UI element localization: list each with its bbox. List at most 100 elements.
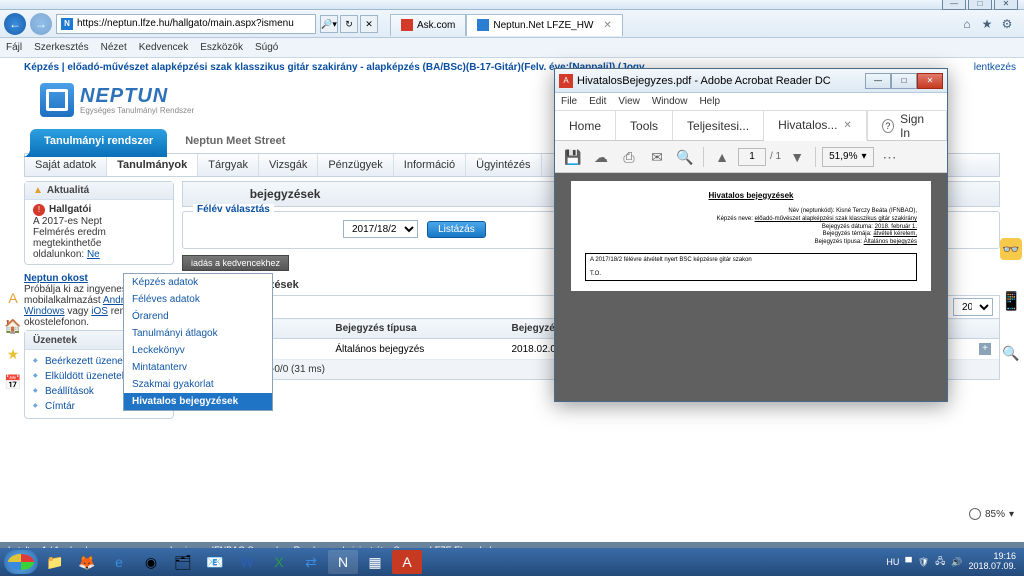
pdf-tab-teljesitesi[interactable]: Teljesitesi...	[673, 111, 764, 140]
email-icon[interactable]: ✉	[645, 145, 669, 169]
tray-network-icon[interactable]: 🖧	[935, 554, 945, 570]
gutter-a-icon[interactable]: A	[3, 290, 23, 310]
home-icon[interactable]: ⌂	[960, 17, 974, 31]
search-icon[interactable]: 🔍	[673, 145, 697, 169]
gutter-house-icon[interactable]: 🏠	[3, 318, 23, 338]
dd-tanulmanyi-atlagok[interactable]: Tanulmányi átlagok	[124, 325, 272, 342]
pdf-menu-edit[interactable]: Edit	[589, 96, 606, 107]
forward-button[interactable]: →	[30, 13, 52, 35]
menu-ugyintezes[interactable]: Ügyintézés	[466, 154, 541, 176]
menu-vizsgak[interactable]: Vizsgák	[259, 154, 318, 176]
page-down-icon[interactable]: ▼	[785, 145, 809, 169]
row-expand-icon[interactable]: +	[979, 343, 991, 355]
menu-view[interactable]: Nézet	[101, 42, 127, 53]
pdf-menu-window[interactable]: Window	[652, 96, 688, 107]
pdf-close-button[interactable]: ✕	[917, 73, 943, 89]
dd-mintatanterv[interactable]: Mintatanterv	[124, 359, 272, 376]
tb-folder-icon[interactable]: 🗂	[168, 550, 198, 574]
search-dropdown-button[interactable]: 🔎▾	[320, 15, 338, 33]
tray-flag-icon[interactable]: ▀	[905, 557, 911, 567]
tray-lang[interactable]: HU	[886, 557, 899, 567]
stop-button[interactable]: ✕	[360, 15, 378, 33]
pdf-menu-view[interactable]: View	[618, 96, 640, 107]
minimize-button[interactable]: —	[942, 0, 966, 10]
tb-firefox-icon[interactable]: 🦊	[72, 550, 102, 574]
refresh-button[interactable]: ↻	[340, 15, 358, 33]
pdf-tab-close-icon[interactable]: ✕	[843, 120, 851, 131]
menu-favorites[interactable]: Kedvencek	[139, 42, 188, 53]
tb-app-icon[interactable]: ▦	[360, 550, 390, 574]
start-button[interactable]	[4, 550, 38, 574]
pdf-menu-help[interactable]: Help	[699, 96, 720, 107]
col-tipus[interactable]: Bejegyzés típusa	[327, 319, 503, 339]
menu-edit[interactable]: Szerkesztés	[34, 42, 88, 53]
login-link[interactable]: lentkezés	[974, 62, 1016, 73]
pdf-tab-tools[interactable]: Tools	[616, 111, 673, 140]
menu-file[interactable]: Fájl	[6, 42, 22, 53]
pdf-minimize-button[interactable]: —	[865, 73, 891, 89]
tb-ie-icon[interactable]: e	[104, 550, 134, 574]
tb-teamviewer-icon[interactable]: ⇄	[296, 550, 326, 574]
address-bar[interactable]: N https://neptun.lfze.hu/hallgato/main.a…	[56, 14, 316, 34]
close-button[interactable]: ✕	[994, 0, 1018, 10]
gear-icon[interactable]: ⚙	[1000, 17, 1014, 31]
dd-kepzes-adatok[interactable]: Képzés adatok	[124, 274, 272, 291]
tb-explorer-icon[interactable]: 📁	[40, 550, 70, 574]
menu-targyak[interactable]: Tárgyak	[198, 154, 259, 176]
save-icon[interactable]: 💾	[561, 145, 585, 169]
tab-close-icon[interactable]: ✕	[603, 15, 611, 36]
browser-tab-neptun[interactable]: Neptun.Net LFZE_HW ✕	[466, 14, 622, 36]
accessibility-icon[interactable]: 👓	[1000, 238, 1022, 260]
page-size-select[interactable]: 20	[953, 298, 993, 316]
neptun-okos-link[interactable]: Neptun okost	[24, 273, 88, 284]
menu-tools[interactable]: Eszközök	[200, 42, 243, 53]
menu-penzugyek[interactable]: Pénzügyek	[318, 154, 393, 176]
page-number-input[interactable]: 1	[738, 148, 766, 166]
browser-tab-ask[interactable]: Ask.com	[390, 14, 466, 36]
print-icon[interactable]: ⎙	[617, 145, 641, 169]
zoom-indicator[interactable]: 85% ▾	[969, 508, 1014, 520]
semester-select[interactable]: 2017/18/2	[343, 220, 418, 238]
back-button[interactable]: ←	[4, 13, 26, 35]
pdf-signin-button[interactable]: ?Sign In	[867, 111, 947, 140]
dd-orarend[interactable]: Órarend	[124, 308, 272, 325]
gutter-star-icon[interactable]: ★	[3, 346, 23, 366]
neptun-remote-icon[interactable]: 📱	[1000, 290, 1022, 312]
page-up-icon[interactable]: ▲	[710, 145, 734, 169]
tab-meet-street[interactable]: Neptun Meet Street	[171, 129, 299, 157]
cloud-icon[interactable]: ☁	[589, 145, 613, 169]
ios-link[interactable]: iOS	[91, 306, 108, 317]
add-favorite-button[interactable]: iadás a kedvencekhez	[182, 255, 289, 271]
tray-volume-icon[interactable]: 🔊	[951, 557, 962, 568]
menu-help[interactable]: Súgó	[255, 42, 278, 53]
tb-word-icon[interactable]: W	[232, 550, 262, 574]
aktual-link[interactable]: Ne	[87, 249, 100, 260]
menu-sajat-adatok[interactable]: Saját adatok	[25, 154, 107, 176]
menu-informacio[interactable]: Információ	[394, 154, 466, 176]
pdf-titlebar[interactable]: A HivatalosBejegyzes.pdf - Adobe Acrobat…	[555, 69, 947, 93]
menu-tanulmanyok[interactable]: Tanulmányok	[107, 154, 198, 176]
tray-clock[interactable]: 19:16 2018.07.09.	[968, 552, 1016, 572]
maximize-button[interactable]: □	[968, 0, 992, 10]
pdf-maximize-button[interactable]: □	[891, 73, 917, 89]
zoom-select[interactable]: 51,9%▾	[822, 147, 873, 167]
more-icon[interactable]: ⋯	[878, 145, 902, 169]
dd-feleves-adatok[interactable]: Féléves adatok	[124, 291, 272, 308]
help-icon[interactable]: ?	[882, 119, 894, 133]
pdf-menu-file[interactable]: File	[561, 96, 577, 107]
pdf-viewport[interactable]: Hivatalos bejegyzések Név (neptunkód): K…	[555, 173, 947, 401]
dd-leckekonyv[interactable]: Leckekönyv	[124, 342, 272, 359]
tab-tanulmanyi-rendszer[interactable]: Tanulmányi rendszer	[30, 129, 167, 157]
pdf-tab-home[interactable]: Home	[555, 111, 616, 140]
tray-shield-icon[interactable]: 🛡	[918, 557, 929, 568]
dd-szakmai-gyakorlat[interactable]: Szakmai gyakorlat	[124, 376, 272, 393]
pdf-tab-hivatalos[interactable]: Hivatalos...✕	[764, 111, 867, 141]
tb-excel-icon[interactable]: X	[264, 550, 294, 574]
list-button[interactable]: Listázás	[427, 221, 486, 238]
magnifier-icon[interactable]: 🔍	[1000, 342, 1022, 364]
dd-hivatalos-bejegyzesek[interactable]: Hivatalos bejegyzések	[124, 393, 272, 410]
favorites-icon[interactable]: ★	[980, 17, 994, 31]
tb-chrome-icon[interactable]: ◉	[136, 550, 166, 574]
windows-link[interactable]: Windows	[24, 306, 65, 317]
gutter-calendar-icon[interactable]: 📅	[3, 374, 23, 394]
